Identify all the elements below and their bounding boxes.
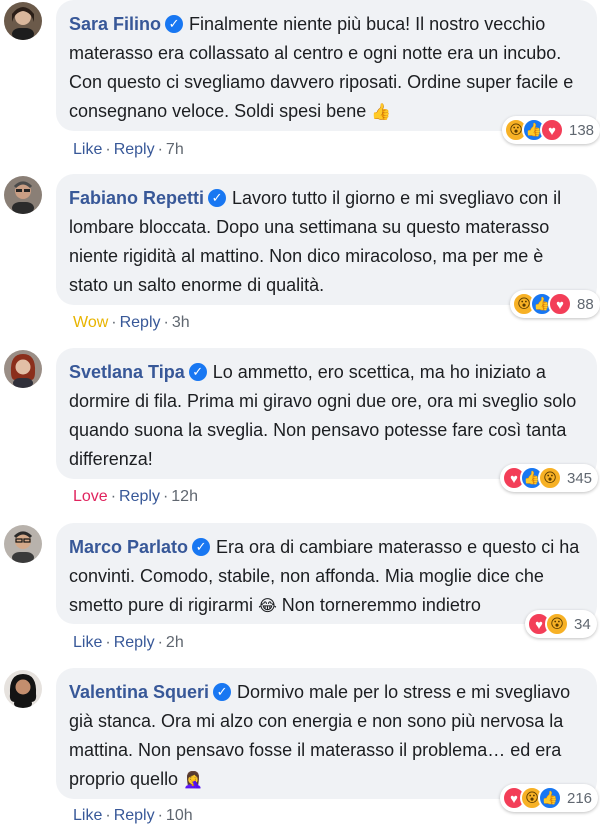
comment-actions: Wow · Reply · 3h xyxy=(73,314,190,331)
verified-badge-icon: ✓ xyxy=(165,15,184,33)
reply-button[interactable]: Reply xyxy=(119,488,160,505)
reaction-summary[interactable]: 😮 👍 ♥ 88 xyxy=(510,290,600,318)
verified-badge-icon: ✓ xyxy=(188,363,207,381)
like-button[interactable]: Like xyxy=(73,807,102,824)
comment-actions: Like · Reply · 10h xyxy=(73,807,193,824)
wow-button[interactable]: Wow xyxy=(73,314,108,331)
reaction-summary[interactable]: ♥ 😮 👍 216 xyxy=(500,784,599,812)
thumbs-up-emoji-icon: 👍 xyxy=(371,104,392,121)
comment-actions: Like · Reply · 7h xyxy=(73,141,184,158)
timestamp[interactable]: 2h xyxy=(166,634,184,651)
reply-button[interactable]: Reply xyxy=(114,807,155,824)
like-button[interactable]: Like xyxy=(73,634,102,651)
reaction-count: 88 xyxy=(577,295,594,313)
love-reaction-icon: ♥ xyxy=(540,118,564,142)
comment-bubble: Valentina Squeri ✓ Dormivo male per lo str… xyxy=(56,668,597,799)
comment-actions: Like · Reply · 2h xyxy=(73,634,184,651)
timestamp[interactable]: 7h xyxy=(166,141,184,158)
verified-badge-icon: ✓ xyxy=(192,538,211,556)
timestamp[interactable]: 10h xyxy=(166,807,193,824)
reply-button[interactable]: Reply xyxy=(114,634,155,651)
commenter-name[interactable]: Fabiano Repetti xyxy=(69,188,204,208)
comment-bubble: Sara Filino ✓ Finalmente niente più buca! … xyxy=(56,0,597,131)
wow-reaction-icon: 😮 xyxy=(538,466,562,490)
timestamp[interactable]: 12h xyxy=(171,488,198,505)
avatar[interactable] xyxy=(4,350,42,388)
wow-reaction-icon: 😮 xyxy=(545,612,569,636)
commenter-name[interactable]: Sara Filino xyxy=(69,14,161,34)
love-reaction-icon: ♥ xyxy=(548,292,572,316)
reaction-summary[interactable]: ♥ 😮 34 xyxy=(525,610,597,638)
love-button[interactable]: Love xyxy=(73,488,108,505)
avatar[interactable] xyxy=(4,525,42,563)
comment-bubble: Svetlana Tipa ✓ Lo ammetto, ero scettica, … xyxy=(56,348,597,479)
commenter-name[interactable]: Valentina Squeri xyxy=(69,682,209,702)
timestamp[interactable]: 3h xyxy=(172,314,190,331)
avatar[interactable] xyxy=(4,670,42,708)
reply-button[interactable]: Reply xyxy=(120,314,161,331)
reaction-summary[interactable]: 😮 👍 ♥ 138 xyxy=(502,116,600,144)
reaction-count: 138 xyxy=(569,121,595,139)
like-button[interactable]: Like xyxy=(73,141,102,158)
commenter-name[interactable]: Marco Parlato xyxy=(69,537,188,557)
facepalm-emoji-icon: 🤦‍♀️ xyxy=(183,772,204,789)
like-reaction-icon: 👍 xyxy=(538,786,562,810)
avatar[interactable] xyxy=(4,176,42,214)
comment-bubble: Fabiano Repetti ✓ Lavoro tutto il giorno e… xyxy=(56,174,597,305)
reaction-count: 345 xyxy=(567,469,593,487)
avatar[interactable] xyxy=(4,2,42,40)
reply-button[interactable]: Reply xyxy=(114,141,155,158)
comment-actions: Love · Reply · 12h xyxy=(73,488,198,505)
comment-bubble: Marco Parlato ✓ Era ora di cambiare matera… xyxy=(56,523,597,624)
comment-text-continued: Non torneremmo indietro xyxy=(281,595,481,615)
verified-badge-icon: ✓ xyxy=(213,683,232,701)
commenter-name[interactable]: Svetlana Tipa xyxy=(69,362,185,382)
reaction-count: 216 xyxy=(567,789,593,807)
reaction-summary[interactable]: ♥ 👍 😮 345 xyxy=(500,464,599,492)
reaction-count: 34 xyxy=(574,615,591,633)
verified-badge-icon: ✓ xyxy=(208,189,227,207)
laughing-emoji-icon: 😂 xyxy=(258,598,277,615)
